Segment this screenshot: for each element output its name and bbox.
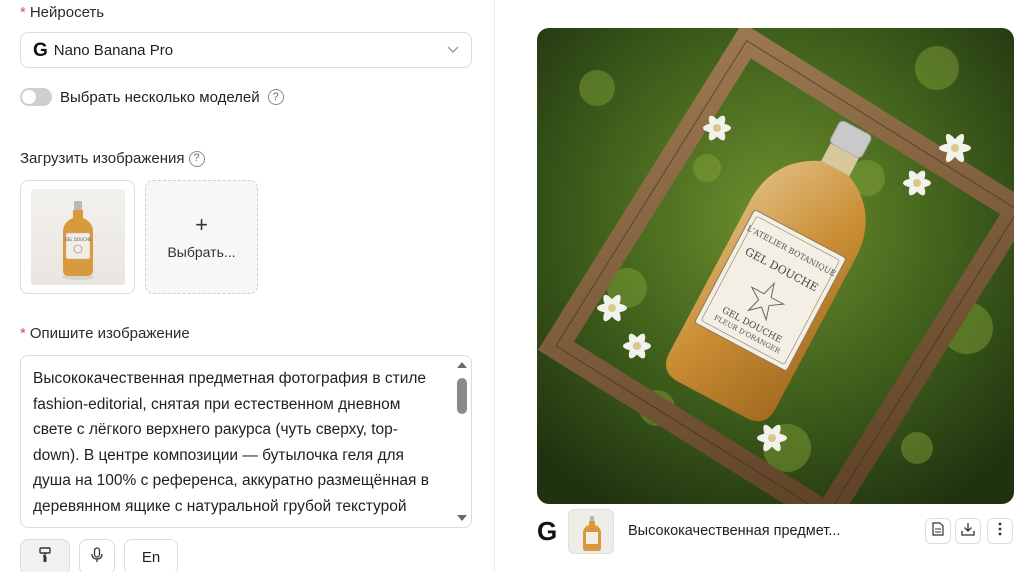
multi-model-label: Выбрать несколько моделей	[60, 88, 260, 106]
voice-input-button[interactable]	[79, 539, 115, 572]
paint-roller-icon	[38, 547, 52, 567]
model-select[interactable]: G Nano Banana Pro	[20, 32, 472, 68]
required-mark: *	[20, 325, 26, 342]
thumbnail-label-text: GEL DOUCHE	[64, 237, 91, 242]
download-button[interactable]	[955, 518, 981, 544]
description-textarea[interactable]: Высококачественная предметная фотография…	[20, 355, 472, 528]
uploaded-image-thumbnail: GEL DOUCHE	[30, 189, 125, 285]
google-g-icon: G	[537, 516, 558, 546]
required-mark: *	[20, 4, 26, 21]
result-panel: L'ATELIER BOTANIQUE GEL DOUCHE GEL DOUCH…	[515, 0, 1018, 572]
model-select-value: Nano Banana Pro	[53, 41, 174, 59]
description-label: Опишите изображение	[29, 325, 190, 342]
upload-image-button[interactable]: + Выбрать...	[145, 180, 258, 294]
description-section-label: * Опишите изображение	[20, 325, 190, 342]
download-icon	[961, 522, 975, 541]
scroll-down-arrow[interactable]	[457, 515, 467, 521]
model-label: Нейросеть	[29, 4, 105, 21]
description-text: Высококачественная предметная фотография…	[33, 370, 429, 515]
view-prompt-button[interactable]	[925, 518, 951, 544]
scroll-thumb[interactable]	[457, 378, 467, 414]
upload-label: Загрузить изображения	[20, 150, 185, 167]
generated-image[interactable]: L'ATELIER BOTANIQUE GEL DOUCHE GEL DOUCH…	[537, 28, 1014, 504]
help-icon[interactable]: ?	[267, 89, 284, 105]
microphone-icon	[91, 547, 103, 567]
scroll-up-arrow[interactable]	[457, 362, 467, 368]
generation-form-panel: * Нейросеть G Nano Banana Pro Выбрать не…	[0, 0, 495, 572]
more-icon	[998, 522, 1002, 541]
more-options-button[interactable]	[987, 518, 1013, 544]
multi-model-toggle[interactable]	[20, 88, 52, 106]
help-icon[interactable]: ?	[188, 150, 205, 167]
result-reference-thumbnail[interactable]	[568, 509, 614, 554]
language-button[interactable]: En	[124, 539, 178, 572]
result-footer: G Высококачественная предмет...	[537, 508, 1014, 556]
uploaded-image-card[interactable]: GEL DOUCHE	[20, 180, 135, 294]
chevron-down-icon	[447, 43, 459, 57]
model-section-label: * Нейросеть	[20, 4, 104, 21]
google-g-icon: G	[33, 39, 48, 61]
upload-button-label: Выбрать...	[167, 244, 236, 260]
document-icon	[932, 521, 944, 541]
toggle-knob	[22, 90, 36, 104]
plus-icon: +	[195, 212, 208, 237]
multi-model-row: Выбрать несколько моделей ?	[20, 88, 284, 106]
result-prompt-preview: Высококачественная предмет...	[628, 523, 841, 539]
textarea-scrollbar[interactable]	[455, 360, 469, 523]
language-label: En	[141, 548, 161, 566]
upload-section-label: Загрузить изображения ?	[20, 150, 205, 167]
style-brush-button[interactable]	[20, 539, 70, 572]
